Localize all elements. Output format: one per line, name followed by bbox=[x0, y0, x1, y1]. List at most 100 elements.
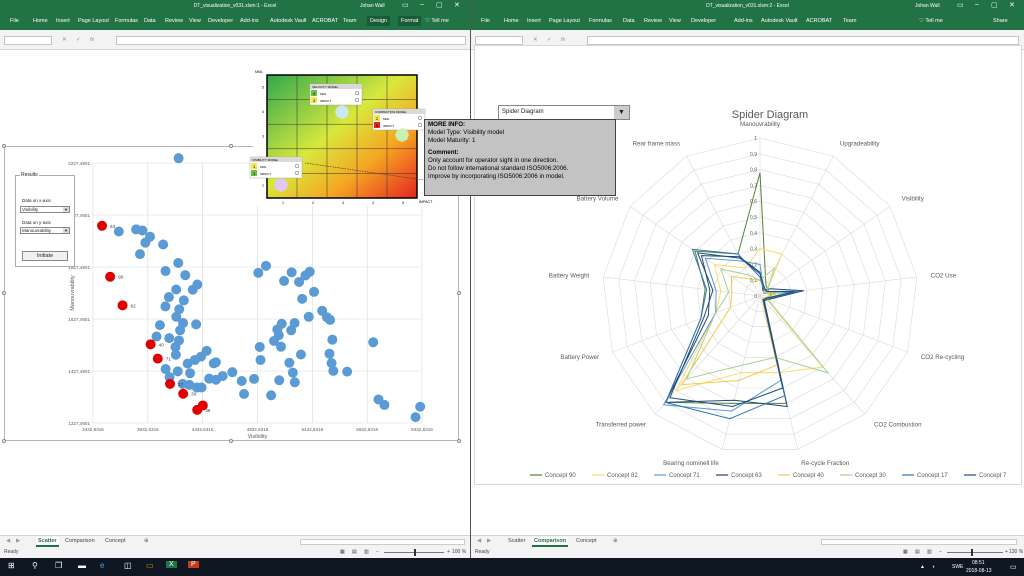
ribbon-tab-page-layout[interactable]: Page Layout bbox=[549, 18, 580, 24]
dropdown-arrow-icon[interactable]: ▼ bbox=[63, 228, 69, 233]
ribbon-tab-home[interactable]: Home bbox=[504, 18, 519, 24]
dropdown-arrow-icon[interactable]: ▼ bbox=[63, 207, 69, 212]
ribbon-tab-acrobat[interactable]: ACROBAT bbox=[806, 18, 832, 24]
zoom-out-icon[interactable]: − bbox=[939, 549, 942, 555]
horizontal-scrollbar[interactable] bbox=[300, 539, 465, 545]
page-break-icon[interactable]: ▥ bbox=[927, 549, 932, 555]
tab-comparison[interactable]: Comparison bbox=[532, 537, 569, 547]
normal-view-icon[interactable]: ▦ bbox=[340, 549, 345, 555]
clock-date[interactable]: 2018-08-13 bbox=[966, 568, 992, 574]
page-layout-icon[interactable]: ▤ bbox=[915, 549, 920, 555]
data-label: 36 bbox=[205, 408, 211, 413]
ribbon-tab-file[interactable]: File bbox=[481, 18, 490, 24]
initiate-button[interactable]: Initiate bbox=[22, 251, 68, 261]
y-axis-select[interactable]: Manouvrability ▼ bbox=[20, 227, 70, 234]
tab-concept[interactable]: Concept bbox=[574, 537, 599, 545]
minimize-icon[interactable]: – bbox=[975, 1, 979, 8]
add-sheet-icon[interactable]: ⊕ bbox=[611, 537, 620, 545]
tell-me-search[interactable]: ♡ Tell me bbox=[919, 18, 943, 24]
normal-view-icon[interactable]: ▦ bbox=[903, 549, 908, 555]
data-point bbox=[342, 366, 353, 377]
tab-scroll-right-icon[interactable]: ▶ bbox=[14, 537, 22, 545]
data-point bbox=[239, 389, 250, 400]
data-point bbox=[254, 341, 265, 352]
x-tick-label: 5432,6316 bbox=[301, 427, 323, 432]
data-point bbox=[180, 270, 191, 281]
zoom-slider-track[interactable] bbox=[947, 552, 1003, 553]
network-icon[interactable]: ▲ bbox=[920, 564, 925, 570]
name-box[interactable] bbox=[475, 36, 523, 45]
tab-scatter[interactable]: Scatter bbox=[36, 537, 59, 547]
data-point bbox=[170, 349, 181, 360]
ribbon-tab-developer[interactable]: Developer bbox=[691, 18, 716, 24]
user-name[interactable]: Johan Wall bbox=[915, 3, 940, 9]
file-explorer-icon[interactable]: ▬ bbox=[78, 561, 86, 570]
powerpoint-taskbar-icon[interactable]: P bbox=[188, 561, 199, 568]
y-axis-title: Manouvrability bbox=[70, 275, 76, 311]
notification-icon[interactable]: ▭ bbox=[1010, 563, 1017, 571]
tab-scroll-right-icon[interactable]: ▶ bbox=[485, 537, 493, 545]
search-icon[interactable]: ⚲ bbox=[32, 561, 38, 570]
function-icon[interactable]: fx bbox=[561, 37, 565, 43]
ribbon-tab-data[interactable]: Data bbox=[623, 18, 635, 24]
task-view-icon[interactable]: ❐ bbox=[55, 561, 62, 570]
diagram-type-select[interactable]: Spider Diagram ▼ bbox=[498, 105, 630, 120]
zoom-level[interactable]: 130 % bbox=[1009, 549, 1023, 555]
zoom-in-icon[interactable]: + bbox=[1005, 549, 1008, 555]
add-sheet-icon[interactable]: ⊕ bbox=[142, 537, 151, 545]
maximize-icon[interactable]: ▢ bbox=[991, 1, 998, 9]
edge-browser-icon[interactable]: e bbox=[100, 561, 104, 570]
tab-comparison[interactable]: Comparison bbox=[63, 537, 97, 545]
y-tick-label: 2227,4901 bbox=[68, 161, 90, 166]
data-point bbox=[182, 358, 193, 369]
share-button[interactable]: Share bbox=[993, 18, 1008, 24]
data-point bbox=[379, 399, 390, 410]
zoom-level[interactable]: 100 % bbox=[452, 549, 466, 555]
left-excel-window: DT_visualization_v031.xlsm:1 - Excel Joh… bbox=[0, 0, 470, 558]
horizontal-scrollbar[interactable] bbox=[821, 539, 1017, 545]
data-label: 30 bbox=[191, 392, 197, 397]
y-axis-value: Manouvrability bbox=[22, 228, 52, 233]
clock-time[interactable]: 08:51 bbox=[972, 560, 985, 566]
volume-icon[interactable]: ◖ bbox=[932, 564, 935, 570]
tab-scroll-left-icon[interactable]: ◀ bbox=[4, 537, 12, 545]
enter-icon[interactable]: ✓ bbox=[547, 37, 552, 43]
ribbon-tab-add-ins[interactable]: Add-ins bbox=[734, 18, 753, 24]
zoom-in-icon[interactable]: + bbox=[447, 549, 450, 555]
formula-input[interactable] bbox=[587, 36, 1019, 45]
zoom-slider-knob[interactable] bbox=[971, 549, 973, 556]
ribbon-display-icon[interactable]: ▭ bbox=[957, 1, 964, 9]
cancel-icon[interactable]: ✕ bbox=[533, 37, 538, 43]
store-icon[interactable]: ◫ bbox=[124, 561, 132, 570]
ribbon-tab-autodesk-vault[interactable]: Autodesk Vault bbox=[761, 18, 798, 24]
ribbon-tab-formulas[interactable]: Formulas bbox=[589, 18, 612, 24]
page-layout-icon[interactable]: ▤ bbox=[352, 549, 357, 555]
status-bar: Ready ▦ ▤ ▥ − + 130 % bbox=[471, 547, 1024, 558]
windows-start-icon[interactable]: ⊞ bbox=[8, 561, 15, 570]
excel-taskbar-icon[interactable]: X bbox=[166, 561, 177, 568]
ribbon-tab-insert[interactable]: Insert bbox=[527, 18, 541, 24]
folder-icon[interactable]: ▭ bbox=[146, 561, 154, 570]
data-point bbox=[175, 325, 186, 336]
tab-scatter[interactable]: Scatter bbox=[506, 537, 527, 545]
ribbon-tab-team[interactable]: Team bbox=[843, 18, 856, 24]
data-point bbox=[284, 357, 295, 368]
y-tick-label: 1227,4901 bbox=[68, 421, 90, 426]
tab-scroll-left-icon[interactable]: ◀ bbox=[475, 537, 483, 545]
x-axis-select[interactable]: Visibility ▼ bbox=[20, 206, 70, 213]
ribbon-tab-view[interactable]: View bbox=[669, 18, 681, 24]
data-point bbox=[178, 295, 189, 306]
ribbon-tab-review[interactable]: Review bbox=[644, 18, 662, 24]
zoom-slider-knob[interactable] bbox=[414, 549, 416, 556]
selected-data-point bbox=[97, 220, 108, 231]
zoom-out-icon[interactable]: − bbox=[376, 549, 379, 555]
dropdown-arrow-icon[interactable]: ▼ bbox=[614, 106, 629, 119]
x-tick-label: 3932,6316 bbox=[137, 427, 159, 432]
data-point bbox=[303, 311, 314, 322]
close-icon[interactable]: ✕ bbox=[1009, 1, 1015, 9]
page-break-icon[interactable]: ▥ bbox=[364, 549, 369, 555]
data-point bbox=[279, 275, 290, 286]
tab-concept[interactable]: Concept bbox=[103, 537, 128, 545]
tooltip-line: Model Maturity: 1 bbox=[428, 136, 476, 144]
language-indicator[interactable]: SWE bbox=[952, 564, 963, 570]
